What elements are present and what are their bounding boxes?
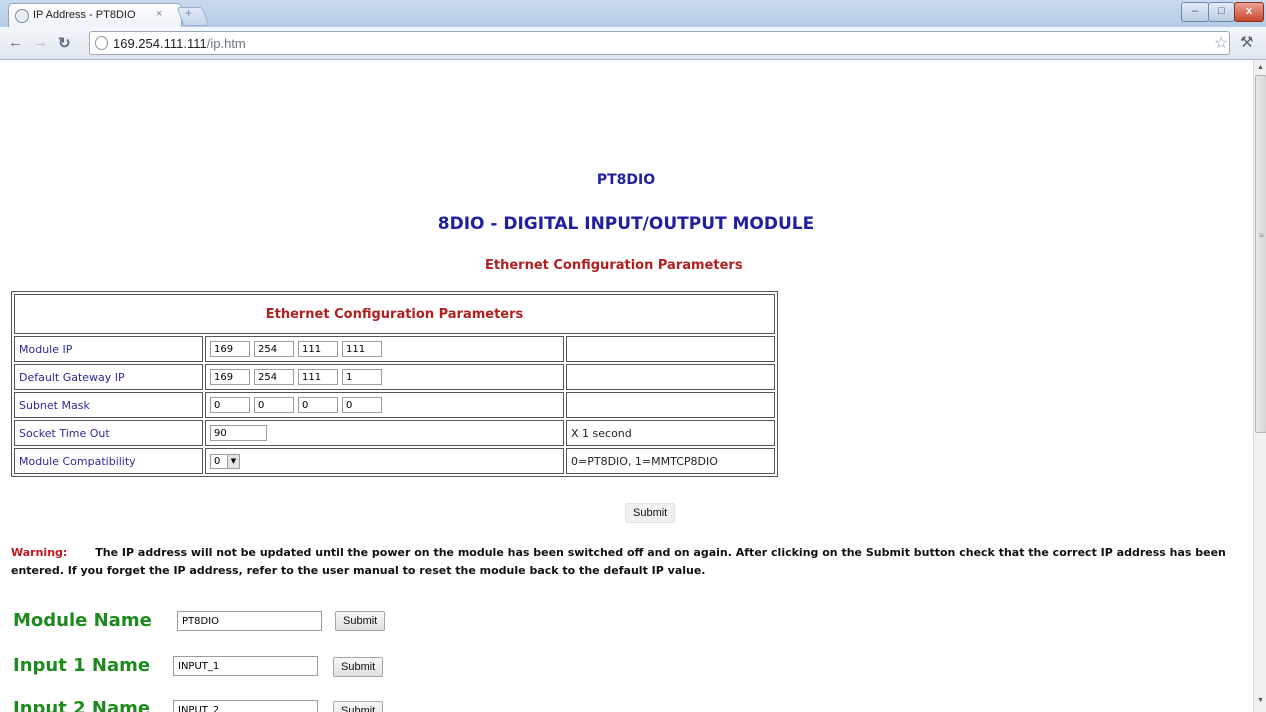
row-note xyxy=(566,364,775,390)
ethernet-config-table: Ethernet Configuration Parameters Module… xyxy=(11,291,778,477)
socket-input-cell xyxy=(205,420,564,446)
page-content: PT8DIO 8DIO - DIGITAL INPUT/OUTPUT MODUL… xyxy=(0,60,1252,712)
reload-icon[interactable]: ↻ xyxy=(58,34,71,52)
device-name-heading: PT8DIO xyxy=(596,172,656,188)
module-ip-octet-3[interactable] xyxy=(298,341,338,357)
input-2-name-label: Input 2 Name xyxy=(13,698,151,712)
ip-input-group xyxy=(205,392,564,418)
table-header: Ethernet Configuration Parameters xyxy=(14,294,775,334)
browser-titlebar: IP Address - PT8DIO × + – □ x xyxy=(0,0,1266,28)
tab-title: IP Address - PT8DIO xyxy=(33,9,136,21)
module-ip-octet-1[interactable] xyxy=(210,341,250,357)
page-globe-icon xyxy=(15,9,29,23)
tab-close-icon[interactable]: × xyxy=(156,8,162,20)
address-url[interactable]: 169.254.111.111/ip.htm xyxy=(113,36,246,51)
input-1-name-label: Input 1 Name xyxy=(13,655,151,676)
module-title-heading: 8DIO - DIGITAL INPUT/OUTPUT MODULE xyxy=(437,214,815,234)
new-tab-plus-icon[interactable]: + xyxy=(185,6,192,20)
gateway-ip-octet-3[interactable] xyxy=(298,369,338,385)
module-name-label: Module Name xyxy=(13,610,152,631)
address-bar[interactable]: 169.254.111.111/ip.htm xyxy=(89,31,1230,55)
new-tab-button[interactable] xyxy=(176,7,210,26)
table-header-row: Ethernet Configuration Parameters xyxy=(14,294,775,334)
back-arrow-icon[interactable]: ← xyxy=(8,34,23,51)
row-label: Socket Time Out xyxy=(14,420,203,446)
subnet-mask-octet-2[interactable] xyxy=(254,397,294,413)
window-close-button[interactable]: x xyxy=(1234,2,1264,22)
subnet-mask-octet-3[interactable] xyxy=(298,397,338,413)
gateway-ip-octet-2[interactable] xyxy=(254,369,294,385)
input-2-name-submit-button[interactable]: Submit xyxy=(333,701,384,712)
compat-select-cell: 0 ▼ xyxy=(205,448,564,474)
module-name-input[interactable] xyxy=(177,611,322,631)
subnet-mask-octet-4[interactable] xyxy=(342,397,382,413)
ip-input-group xyxy=(205,364,564,390)
wrench-menu-icon[interactable]: ⚒ xyxy=(1240,33,1253,51)
row-label: Module IP xyxy=(14,336,203,362)
table-row: Module IP xyxy=(14,336,775,362)
config-submit-button[interactable]: Submit xyxy=(625,503,676,523)
forward-arrow-icon[interactable]: → xyxy=(33,34,48,51)
row-note xyxy=(566,392,775,418)
socket-timeout-input[interactable] xyxy=(210,425,267,441)
bookmark-star-icon[interactable]: ☆ xyxy=(1214,33,1228,53)
browser-toolbar: ← → ↻ 169.254.111.111/ip.htm ☆ ⚒ xyxy=(0,27,1266,60)
warning-text: The IP address will not be updated until… xyxy=(11,546,1226,577)
chevron-down-icon[interactable]: ▼ xyxy=(227,454,239,468)
ip-input-group xyxy=(205,336,564,362)
input-1-name-submit-button[interactable]: Submit xyxy=(333,657,384,677)
row-note xyxy=(566,336,775,362)
table-row: Default Gateway IP xyxy=(14,364,775,390)
table-row: Module Compatibility 0 ▼ 0=PT8DIO, 1=MMTC… xyxy=(14,448,775,474)
warning-message: Warning: The IP address will not be updat… xyxy=(11,544,1239,580)
minimize-button[interactable]: – xyxy=(1181,2,1209,22)
row-label: Subnet Mask xyxy=(14,392,203,418)
module-compatibility-select[interactable]: 0 ▼ xyxy=(210,453,240,469)
gateway-ip-octet-4[interactable] xyxy=(342,369,382,385)
scroll-grip-icon: ≡ xyxy=(1259,231,1264,240)
page-scrollbar[interactable]: ▲ ≡ ▼ xyxy=(1253,60,1266,712)
table-row: Subnet Mask xyxy=(14,392,775,418)
subnet-mask-octet-1[interactable] xyxy=(210,397,250,413)
socket-timeout-unit: X 1 second xyxy=(566,420,775,446)
table-row: Socket Time Out X 1 second xyxy=(14,420,775,446)
maximize-button[interactable]: □ xyxy=(1208,2,1235,22)
row-label: Module Compatibility xyxy=(14,448,203,474)
module-name-submit-button[interactable]: Submit xyxy=(335,611,386,631)
row-label: Default Gateway IP xyxy=(14,364,203,390)
section-title: Ethernet Configuration Parameters xyxy=(485,258,743,273)
browser-tab[interactable]: IP Address - PT8DIO × xyxy=(8,3,182,28)
input-2-name-input[interactable] xyxy=(173,700,318,712)
scroll-up-arrow-icon[interactable]: ▲ xyxy=(1257,64,1264,71)
module-ip-octet-4[interactable] xyxy=(342,341,382,357)
compat-note: 0=PT8DIO, 1=MMTCP8DIO xyxy=(566,448,775,474)
input-1-name-input[interactable] xyxy=(173,656,318,676)
scroll-thumb[interactable]: ≡ xyxy=(1255,75,1266,433)
scroll-down-arrow-icon[interactable]: ▼ xyxy=(1257,697,1264,704)
gateway-ip-octet-1[interactable] xyxy=(210,369,250,385)
page-info-icon[interactable] xyxy=(95,36,108,50)
warning-label: Warning: xyxy=(11,546,68,559)
module-ip-octet-2[interactable] xyxy=(254,341,294,357)
